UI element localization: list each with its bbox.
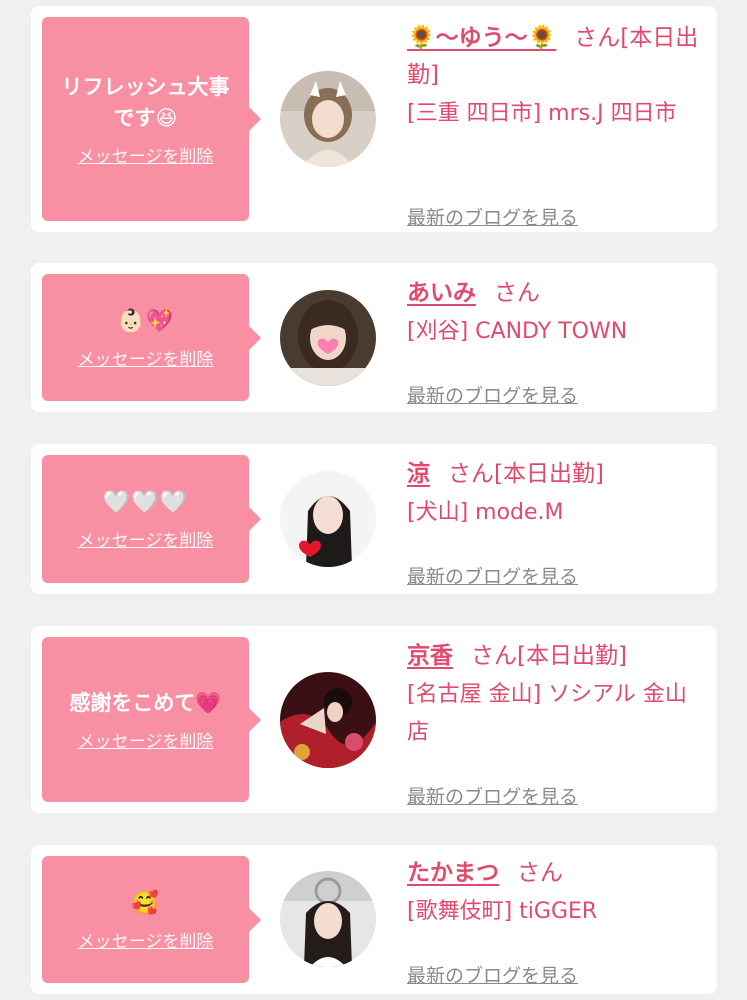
shop-name: [犬山] mode.M	[407, 500, 564, 525]
message-card: 感謝をこめて💗 メッセージを削除 京香 さん[本日出勤] [名古屋 金山] ソシア…	[31, 626, 717, 813]
latest-blog-link[interactable]: 最新のブログを見る	[407, 562, 578, 589]
name-suffix: さん[本日出勤]	[448, 461, 604, 487]
message-text: 🥰	[131, 890, 160, 916]
shop-name: [歌舞伎町] tiGGER	[407, 899, 598, 924]
message-card: 🤍🤍🤍 メッセージを削除 涼さん[本日出勤] [犬山] mode.M 最新のブロ…	[31, 444, 717, 594]
name-suffix: さん	[494, 280, 540, 306]
shop-name: [名古屋 金山] ソシアル 金山店	[407, 682, 687, 745]
latest-blog-link[interactable]: 最新のブログを見る	[407, 961, 578, 988]
girl-name-link[interactable]: 🌻〜ゆう〜🌻	[407, 25, 556, 51]
avatar[interactable]	[280, 290, 376, 386]
message-bubble: 👶🏻💖 メッセージを削除	[42, 274, 261, 401]
message-card: 🥰 メッセージを削除 たかまつ さん [歌舞伎町] tiGGER 最新のブログを見…	[31, 845, 717, 994]
shop-name: [三重 四日市] mrs.J 四日市	[407, 101, 677, 126]
avatar[interactable]	[280, 71, 376, 167]
message-list: リフレッシュ大事です😆 メッセージを削除 🌻〜ゆう〜🌻 さん[本日出勤] [三重 …	[0, 0, 747, 1000]
message-card: 👶🏻💖 メッセージを削除 あいみ さん [刈谷] CANDY TOWN 最新のブロ…	[31, 263, 717, 412]
girl-info: 京香 さん[本日出勤] [名古屋 金山] ソシアル 金山店 最新のブログを見る	[407, 638, 707, 808]
delete-message-button[interactable]: メッセージを削除	[78, 927, 214, 952]
latest-blog-link[interactable]: 最新のブログを見る	[407, 381, 578, 408]
delete-message-button[interactable]: メッセージを削除	[78, 142, 214, 167]
message-bubble: 🥰 メッセージを削除	[42, 856, 261, 983]
message-bubble: リフレッシュ大事です😆 メッセージを削除	[42, 17, 261, 221]
message-text: 感謝をこめて💗	[69, 690, 222, 715]
girl-name-link[interactable]: たかまつ	[407, 860, 499, 886]
girl-info: あいみ さん [刈谷] CANDY TOWN 最新のブログを見る	[407, 275, 707, 407]
girl-name-link[interactable]: 涼	[407, 461, 430, 487]
girl-name-link[interactable]: 京香	[407, 643, 453, 669]
message-text: リフレッシュ大事です😆	[61, 74, 230, 130]
message-bubble: 感謝をこめて💗 メッセージを削除	[42, 637, 261, 802]
avatar[interactable]	[280, 471, 376, 567]
name-suffix: さん[本日出勤]	[471, 643, 627, 669]
girl-info: 涼さん[本日出勤] [犬山] mode.M 最新のブログを見る	[407, 456, 707, 588]
message-card: リフレッシュ大事です😆 メッセージを削除 🌻〜ゆう〜🌻 さん[本日出勤] [三重 …	[31, 6, 717, 232]
avatar[interactable]	[280, 672, 376, 768]
delete-message-button[interactable]: メッセージを削除	[78, 526, 214, 551]
delete-message-button[interactable]: メッセージを削除	[78, 727, 214, 752]
girl-name-link[interactable]: あいみ	[407, 280, 476, 306]
latest-blog-link[interactable]: 最新のブログを見る	[407, 782, 578, 809]
name-suffix: さん	[517, 860, 563, 886]
girl-info: 🌻〜ゆう〜🌻 さん[本日出勤] [三重 四日市] mrs.J 四日市 最新のブログ…	[407, 20, 707, 229]
avatar[interactable]	[280, 871, 376, 967]
shop-name: [刈谷] CANDY TOWN	[407, 319, 628, 344]
message-bubble: 🤍🤍🤍 メッセージを削除	[42, 455, 261, 583]
message-text: 👶🏻💖	[117, 308, 174, 334]
delete-message-button[interactable]: メッセージを削除	[78, 345, 214, 370]
message-text: 🤍🤍🤍	[102, 490, 189, 515]
girl-info: たかまつ さん [歌舞伎町] tiGGER 最新のブログを見る	[407, 855, 707, 987]
latest-blog-link[interactable]: 最新のブログを見る	[407, 203, 578, 230]
